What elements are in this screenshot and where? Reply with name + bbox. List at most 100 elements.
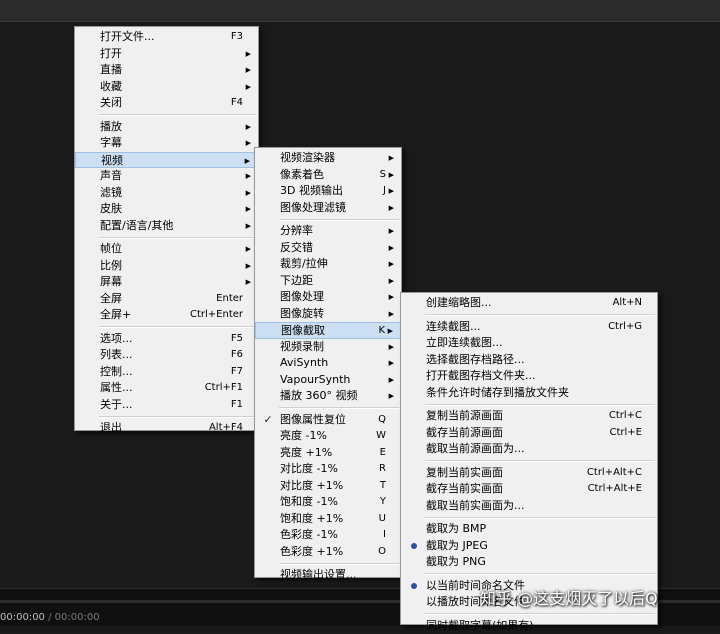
capture-menu-item-16-bmp[interactable]: 截取为 BMP: [401, 521, 657, 538]
submenu-arrow-icon: ▶: [246, 135, 251, 152]
video-menu-item-24-1[interactable]: 色彩度 -1%I: [255, 527, 401, 544]
radio-dot-icon: [408, 538, 420, 555]
capture-menu-item-0[interactable]: 创建缩略图...Alt+N: [401, 295, 657, 312]
menu-item-label: 亮度 +1%: [280, 445, 332, 462]
submenu-arrow-icon: ▶: [389, 167, 394, 184]
video-menu-item-21-1[interactable]: 对比度 +1%T: [255, 478, 401, 495]
menu-separator: [99, 416, 256, 418]
submenu-arrow-icon: ▶: [246, 119, 251, 136]
video-menu-item-20-1[interactable]: 对比度 -1%R: [255, 461, 401, 478]
video-menu-item-18-1[interactable]: 亮度 -1%W: [255, 428, 401, 445]
video-menu-item-5[interactable]: 分辨率▶: [255, 223, 401, 240]
video-menu-item-22-1[interactable]: 饱和度 -1%Y: [255, 494, 401, 511]
video-menu-item-0[interactable]: 视频渲染器▶: [255, 150, 401, 167]
menu-item-label: 视频录制: [280, 339, 324, 356]
main-menu-item-12[interactable]: 配置/语言/其他▶: [75, 218, 258, 235]
main-menu-item-26[interactable]: 退出Alt+F4: [75, 420, 258, 437]
video-menu-item-13-avisynth[interactable]: AviSynth▶: [255, 355, 401, 372]
video-menu-item-17[interactable]: ✓图像属性复位Q: [255, 412, 401, 429]
capture-menu-item-5[interactable]: 打开截图存档文件夹...: [401, 368, 657, 385]
main-menu-item-18[interactable]: 全屏+Ctrl+Enter: [75, 307, 258, 324]
video-menu-item-10[interactable]: 图像旋转▶: [255, 306, 401, 323]
video-menu-item-15-360[interactable]: 播放 360° 视频▶: [255, 388, 401, 405]
main-menu-item-23[interactable]: 属性... Ctrl+F1: [75, 380, 258, 397]
main-menu-item-6[interactable]: 播放▶: [75, 119, 258, 136]
main-menu-item-15[interactable]: 比例▶: [75, 258, 258, 275]
capture-menu-item-17-jpeg[interactable]: 截取为 JPEG: [401, 538, 657, 555]
context-menu-main: 打开文件...F3打开▶直播▶收藏▶关闭F4播放▶字幕▶视频▶声音▶滤镜▶皮肤▶…: [74, 26, 259, 431]
submenu-arrow-icon: ▶: [389, 355, 394, 372]
main-menu-item-9[interactable]: 声音▶: [75, 168, 258, 185]
menu-item-shortcut: Ctrl+G: [608, 319, 642, 336]
submenu-arrow-icon: ▶: [246, 79, 251, 96]
video-menu-item-8[interactable]: 下边距▶: [255, 273, 401, 290]
menu-item-label: 播放 360° 视频: [280, 388, 358, 405]
main-menu-item-4[interactable]: 关闭F4: [75, 95, 258, 112]
menu-separator: [99, 114, 256, 116]
video-menu-item-25-1[interactable]: 色彩度 +1%O: [255, 544, 401, 561]
submenu-arrow-icon: ▶: [389, 273, 394, 290]
menu-item-label: 屏幕: [100, 274, 122, 291]
main-menu-item-11[interactable]: 皮肤▶: [75, 201, 258, 218]
menu-item-label: 属性...: [100, 380, 133, 397]
video-menu-item-9[interactable]: 图像处理▶: [255, 289, 401, 306]
menu-item-label: 截取当前源画面为...: [426, 441, 525, 458]
capture-menu-item-6[interactable]: 条件允许时储存到播放文件夹: [401, 385, 657, 402]
video-menu-item-11[interactable]: 图像截取K▶: [255, 322, 401, 339]
menu-item-shortcut: Enter: [216, 291, 243, 308]
main-menu-item-24[interactable]: 关于...F1: [75, 397, 258, 414]
submenu-arrow-icon: ▶: [246, 258, 251, 275]
menu-item-label: 直播: [100, 62, 122, 79]
menu-item-shortcut: F5: [231, 331, 243, 348]
main-menu-item-16[interactable]: 屏幕▶: [75, 274, 258, 291]
video-menu-item-6[interactable]: 反交错▶: [255, 240, 401, 257]
video-menu-item-23-1[interactable]: 饱和度 +1%U: [255, 511, 401, 528]
capture-menu-item-3[interactable]: 立即连续截图...: [401, 335, 657, 352]
watermark: 知乎 @这支烟灭了以后Q: [480, 585, 658, 609]
current-time: 00:00:00: [0, 612, 45, 623]
video-menu-item-12[interactable]: 视频录制▶: [255, 339, 401, 356]
main-menu-item-20[interactable]: 选项...F5: [75, 331, 258, 348]
capture-menu-item-4[interactable]: 选择截图存档路径...: [401, 352, 657, 369]
video-menu-item-2-3d[interactable]: 3D 视频输出J▶: [255, 183, 401, 200]
video-menu-item-14-vapoursynth[interactable]: VapourSynth▶: [255, 372, 401, 389]
capture-menu-item-13[interactable]: 截存当前实画面Ctrl+Alt+E: [401, 481, 657, 498]
menu-item-shortcut: Ctrl+C: [609, 408, 642, 425]
video-menu-item-7[interactable]: 裁剪/拉伸▶: [255, 256, 401, 273]
video-menu-item-19-1[interactable]: 亮度 +1%E: [255, 445, 401, 462]
menu-item-label: 截存当前源画面: [426, 425, 503, 442]
main-menu-item-7[interactable]: 字幕 ▶: [75, 135, 258, 152]
main-menu-item-17[interactable]: 全屏Enter: [75, 291, 258, 308]
video-menu-item-1[interactable]: 像素着色S▶: [255, 167, 401, 184]
menu-item-label: 声音: [100, 168, 122, 185]
submenu-arrow-icon: ▶: [389, 183, 394, 200]
capture-menu-item-12[interactable]: 复制当前实画面Ctrl+Alt+C: [401, 465, 657, 482]
capture-menu-item-23[interactable]: 同时截取字幕(如果有): [401, 618, 657, 634]
main-menu-item-21[interactable]: 列表...F6: [75, 347, 258, 364]
capture-menu-item-10[interactable]: 截取当前源画面为...: [401, 441, 657, 458]
main-menu-item-1[interactable]: 打开▶: [75, 46, 258, 63]
video-menu-item-27[interactable]: 视频输出设置...: [255, 567, 401, 584]
menu-item-shortcut: Ctrl+F1: [205, 380, 243, 397]
capture-menu-item-9[interactable]: 截存当前源画面 Ctrl+E: [401, 425, 657, 442]
capture-menu-item-8[interactable]: 复制当前源画面Ctrl+C: [401, 408, 657, 425]
main-menu-item-2[interactable]: 直播▶: [75, 62, 258, 79]
video-menu-item-3[interactable]: 图像处理滤镜▶: [255, 200, 401, 217]
capture-menu-item-18-png[interactable]: 截取为 PNG: [401, 554, 657, 571]
menu-item-label: 字幕: [100, 135, 122, 152]
main-menu-item-14[interactable]: 帧位▶: [75, 241, 258, 258]
main-menu-item-3[interactable]: 收藏▶: [75, 79, 258, 96]
menu-item-label: 复制当前实画面: [426, 465, 503, 482]
main-menu-item-8[interactable]: 视频▶: [75, 152, 258, 169]
main-menu-item-0[interactable]: 打开文件...F3: [75, 29, 258, 46]
menu-item-shortcut: F3: [231, 29, 243, 46]
capture-menu-item-14[interactable]: 截取当前实画面为...: [401, 498, 657, 515]
menu-item-shortcut: Ctrl+E: [610, 425, 643, 442]
menu-item-shortcut: F1: [231, 397, 243, 414]
menu-separator: [425, 460, 655, 462]
capture-menu-item-2[interactable]: 连续截图...Ctrl+G: [401, 319, 657, 336]
menu-item-shortcut: Q: [378, 412, 386, 429]
main-menu-item-22[interactable]: 控制...F7: [75, 364, 258, 381]
main-menu-item-10[interactable]: 滤镜▶: [75, 185, 258, 202]
menu-item-label: 配置/语言/其他: [100, 218, 173, 235]
